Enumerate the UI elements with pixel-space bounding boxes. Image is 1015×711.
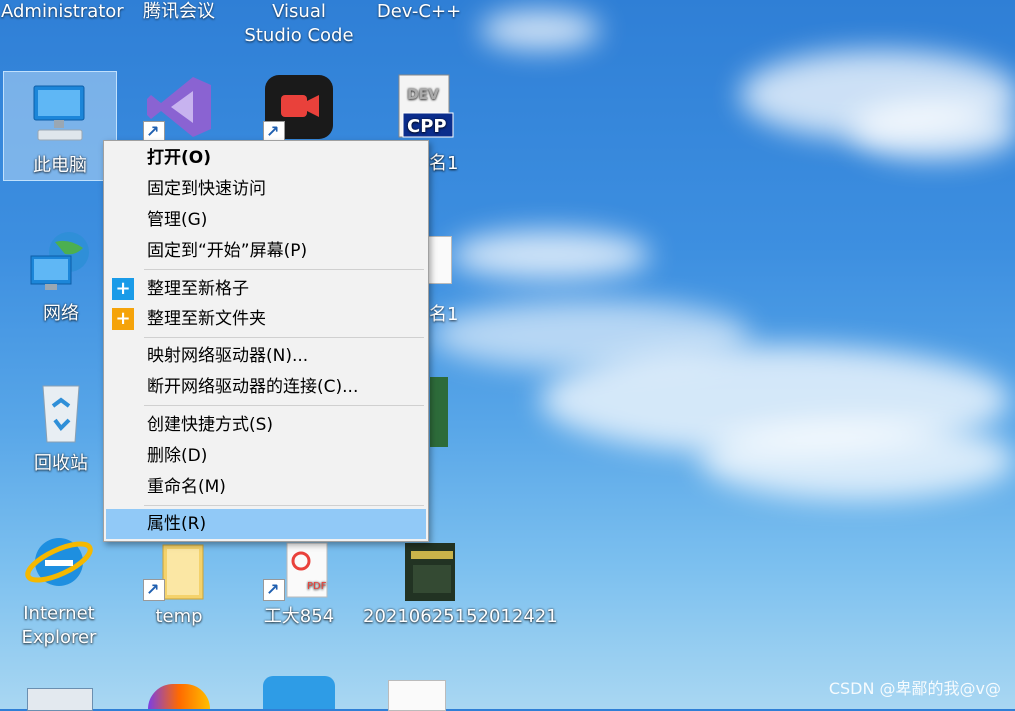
desktop-label-administrator[interactable]: Administrator [1,0,124,24]
desktop-icon-visual-studio[interactable] [121,65,237,147]
video-recorder-icon [263,71,335,144]
icon-label: 20210625152012421 [363,606,558,627]
word-document-icon[interactable] [388,680,446,711]
document-icon-partial[interactable] [428,236,452,284]
image-file-icon [383,541,459,601]
desktop-icon-pdf[interactable]: PDF 工大854 [241,535,357,629]
menu-item-open[interactable]: 打开(O) [106,143,426,173]
cpp-file-icon: DEV CPP [383,71,455,143]
icon-label: 名1 [429,153,459,174]
icon-label: Internet Explorer [21,603,97,648]
360-zip-icon[interactable] [263,676,335,709]
menu-item-pin-quick-access[interactable]: 固定到快速访问 [106,174,426,204]
icon-label: 网络 [43,303,79,324]
context-menu: 打开(O) 固定到快速访问 管理(G) 固定到“开始”屏幕(P) + 整理至新格… [103,140,429,542]
icon-label: 回收站 [34,453,88,474]
plus-icon: + [112,308,134,330]
desktop-icon-recycle-bin[interactable]: 回收站 [3,370,119,476]
menu-separator [144,337,424,338]
firefox-icon[interactable] [148,684,210,709]
menu-item-map-network-drive[interactable]: 映射网络驱动器(N)... [106,341,426,371]
menu-separator [144,505,424,506]
menu-item-create-shortcut[interactable]: 创建快捷方式(S) [106,410,426,440]
recycle-bin-icon [25,376,97,448]
menu-item-pin-start[interactable]: 固定到“开始”屏幕(P) [106,236,426,266]
shortcut-arrow-icon [143,578,165,602]
menu-item-label: 整理至新格子 [147,279,249,299]
image-thumb-partial[interactable] [430,377,448,447]
desktop-label-tencent-meeting[interactable]: 腾讯会议 [121,0,237,24]
menu-item-delete[interactable]: 删除(D) [106,441,426,471]
menu-item-properties[interactable]: 属性(R) [106,509,426,539]
desktop-label-devcpp[interactable]: Dev-C++ [361,0,477,24]
desktop-icon-internet-explorer[interactable]: Internet Explorer [1,520,117,650]
menu-item-new-grid[interactable]: + 整理至新格子 [106,274,426,304]
icon-label: 名1 [429,304,459,325]
cloud [450,230,650,280]
menu-item-disconnect-network-drive[interactable]: 断开网络驱动器的连接(C)... [106,372,426,402]
desktop-icon-cpp-file[interactable]: DEV CPP 名1 [361,65,477,174]
menu-item-new-folder[interactable]: + 整理至新文件夹 [106,304,426,334]
desktop-icon-temp[interactable]: temp [121,535,237,629]
icon-label: 此电脑 [33,155,87,176]
watermark: CSDN @卑鄙的我@v@ [828,679,1001,698]
icon-label: temp [155,606,203,627]
computer-icon [24,78,96,150]
plus-icon: + [112,278,134,300]
menu-separator [144,269,424,270]
icon-label: 工大854 [263,606,335,627]
menu-separator [144,405,424,406]
menu-item-rename[interactable]: 重命名(M) [106,472,426,502]
svg-text:CPP: CPP [407,116,447,137]
desktop-icon-video-app[interactable] [241,65,357,147]
pdf-file-icon: PDF [263,541,335,602]
desktop-icon-network[interactable]: 网络 [3,220,119,326]
desktop-icon-image-file[interactable]: 20210625152012421 [361,535,558,629]
cloud [700,420,1015,500]
network-globe-icon [25,226,97,298]
menu-item-manage[interactable]: 管理(G) [106,205,426,235]
folder-icon [143,541,215,602]
shortcut-arrow-icon [263,578,285,602]
desktop-label-vscode[interactable]: Visual Studio Code [241,0,357,48]
internet-explorer-icon [23,526,95,598]
cloud [850,100,1015,160]
svg-text:PDF: PDF [307,581,327,592]
svg-text:DEV: DEV [407,87,439,103]
desktop-icon-this-pc[interactable]: 此电脑 [3,71,117,181]
visual-studio-icon [143,71,215,144]
cloud [480,10,600,50]
desktop-icon-partial-window[interactable] [27,688,93,711]
menu-item-label: 整理至新文件夹 [147,309,266,329]
